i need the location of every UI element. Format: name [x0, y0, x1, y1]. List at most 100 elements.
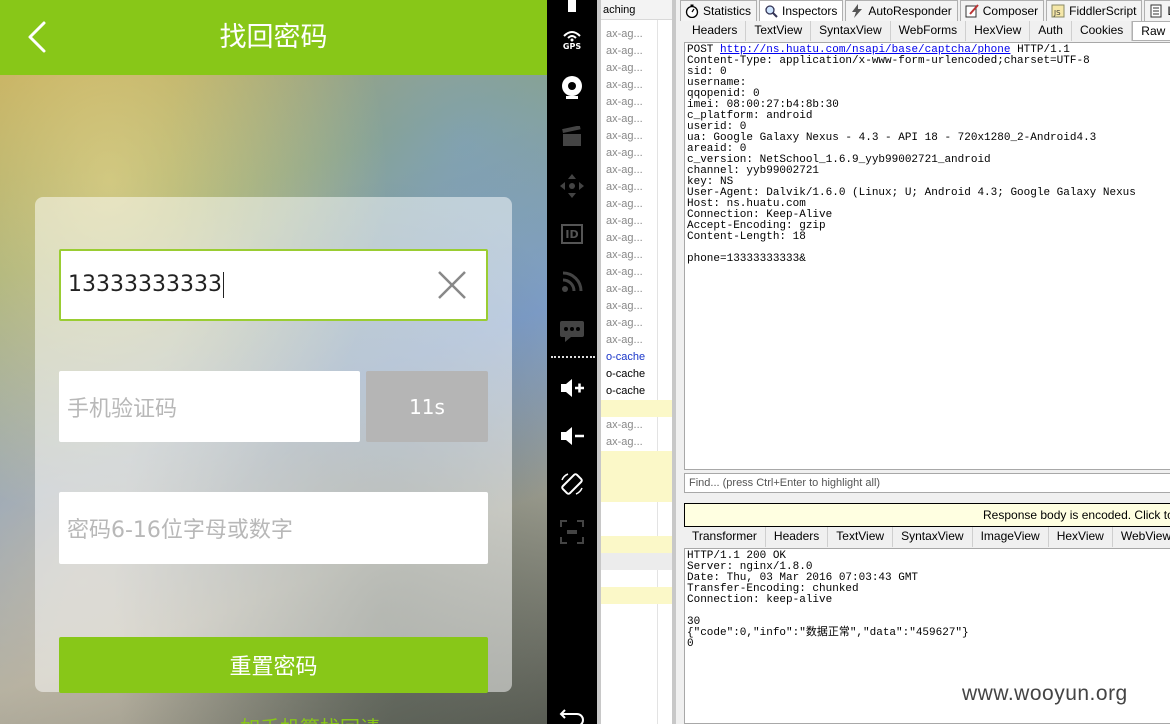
session-row[interactable]	[601, 570, 672, 587]
tab-label: Statistics	[703, 4, 752, 18]
session-row[interactable]: ax-ag...	[601, 247, 672, 264]
request-tab-syntaxview[interactable]: SyntaxView	[811, 21, 891, 41]
session-row[interactable]: o-cache	[601, 383, 672, 400]
session-row[interactable]	[601, 553, 672, 570]
movie-button[interactable]	[552, 117, 592, 157]
response-tab-transformer[interactable]: Transformer	[684, 527, 766, 547]
phone-number-input[interactable]: 13333333333	[59, 249, 488, 321]
send-code-countdown-button[interactable]: 11s	[366, 371, 488, 442]
encoded-response-notice[interactable]: Response body is encoded. Click to de	[684, 503, 1170, 527]
session-row[interactable]	[601, 400, 672, 417]
page-title: 找回密码	[219, 22, 328, 53]
tab-fiddlerscript[interactable]: JS FiddlerScript	[1046, 0, 1143, 21]
session-row[interactable]	[601, 536, 672, 553]
session-row[interactable]: ax-ag...	[601, 26, 672, 43]
gps-label: GPS	[562, 41, 582, 51]
response-tab-headers[interactable]: Headers	[766, 527, 829, 547]
response-tab-imageview[interactable]: ImageView	[973, 527, 1049, 547]
rotate-button[interactable]	[552, 464, 592, 504]
session-list: aching ax-ag... ax-ag... ax-ag... ax-ag... a…	[597, 0, 672, 724]
tab-autoresponder[interactable]: AutoResponder	[845, 0, 958, 21]
watermark: www.wooyun.org	[962, 682, 1128, 705]
session-row[interactable]: o-cache	[601, 366, 672, 383]
session-row[interactable]: ax-ag...	[601, 264, 672, 281]
scale-button[interactable]	[552, 512, 592, 552]
tab-composer[interactable]: Composer	[959, 0, 1045, 21]
request-tab-webforms[interactable]: WebForms	[891, 21, 967, 41]
request-tab-raw[interactable]: Raw	[1132, 21, 1170, 41]
response-tab-webview[interactable]: WebView	[1113, 527, 1170, 547]
session-row[interactable]	[601, 485, 672, 502]
session-row[interactable]: ax-ag...	[601, 94, 672, 111]
session-row[interactable]: ax-ag...	[601, 77, 672, 94]
back-icon	[559, 709, 584, 724]
rss-button[interactable]	[552, 262, 592, 302]
session-row[interactable]: ax-ag...	[601, 60, 672, 77]
request-raw-text: Content-Type: application/x-www-form-url…	[687, 55, 1136, 265]
request-tab-cookies[interactable]: Cookies	[1072, 21, 1133, 41]
request-tab-textview[interactable]: TextView	[746, 21, 812, 41]
dpad-button[interactable]	[552, 166, 592, 206]
session-row[interactable]	[601, 451, 672, 468]
session-row[interactable]: ax-ag...	[601, 179, 672, 196]
log-icon	[1149, 4, 1163, 18]
reset-password-button[interactable]: 重置密码	[59, 637, 488, 693]
session-row[interactable]	[601, 468, 672, 485]
session-row[interactable]: ax-ag...	[601, 162, 672, 179]
clear-icon[interactable]	[436, 269, 468, 301]
session-row[interactable]: ax-ag...	[601, 332, 672, 349]
inspector-icon	[764, 4, 778, 18]
sms-code-placeholder: 手机验证码	[67, 396, 178, 422]
request-raw-view[interactable]: POST http://ns.huatu.com/nsapi/base/capt…	[684, 42, 1170, 470]
tab-label: Inspectors	[782, 4, 838, 18]
sms-button[interactable]	[552, 311, 592, 351]
find-input[interactable]: Find... (press Ctrl+Enter to highlight a…	[684, 473, 1170, 493]
session-row[interactable]: ax-ag...	[601, 315, 672, 332]
session-row[interactable]: ax-ag...	[601, 281, 672, 298]
battery-icon	[568, 0, 576, 12]
response-tab-bar: Transformer Headers TextView SyntaxView Imag…	[684, 527, 1170, 548]
session-column-header[interactable]: aching	[601, 0, 672, 20]
device-id-button[interactable]: ID	[552, 214, 592, 254]
webcam-button[interactable]	[552, 68, 592, 108]
session-row[interactable]: ax-ag...	[601, 434, 672, 451]
session-row[interactable]: o-cache	[601, 349, 672, 366]
session-row[interactable]: ax-ag...	[601, 230, 672, 247]
tab-statistics[interactable]: Statistics	[680, 0, 758, 21]
script-icon: JS	[1051, 4, 1065, 18]
request-tab-hexview[interactable]: HexView	[966, 21, 1031, 41]
response-tab-syntaxview[interactable]: SyntaxView	[893, 527, 973, 547]
sms-icon	[560, 321, 584, 342]
fiddler-inspector-pane: Statistics Inspectors AutoResponder Compose…	[672, 0, 1170, 724]
session-row[interactable]: ax-ag...	[601, 43, 672, 60]
tab-log[interactable]: Log	[1144, 0, 1170, 21]
session-row[interactable]: ax-ag...	[601, 298, 672, 315]
gps-button[interactable]: GPS	[552, 20, 592, 60]
request-tab-auth[interactable]: Auth	[1030, 21, 1072, 41]
tab-label: FiddlerScript	[1069, 4, 1137, 18]
stopwatch-icon	[685, 4, 699, 19]
response-tab-hexview[interactable]: HexView	[1049, 527, 1113, 547]
tab-inspectors[interactable]: Inspectors	[759, 0, 844, 21]
gps-icon	[563, 30, 581, 41]
session-row[interactable]: ax-ag...	[601, 128, 672, 145]
session-row[interactable]	[601, 587, 672, 604]
session-row[interactable]: ax-ag...	[601, 196, 672, 213]
sms-code-input[interactable]: 手机验证码	[59, 371, 360, 442]
session-row[interactable]: ax-ag...	[601, 213, 672, 230]
session-row[interactable]	[601, 502, 672, 519]
session-row[interactable]	[601, 519, 672, 536]
response-raw-text: HTTP/1.1 200 OK Server: nginx/1.8.0 Date…	[687, 550, 969, 650]
volume-down-button[interactable]	[552, 416, 592, 456]
session-row[interactable]: ax-ag...	[601, 145, 672, 162]
volume-up-button[interactable]	[552, 368, 592, 408]
response-tab-textview[interactable]: TextView	[828, 527, 894, 547]
new-password-input[interactable]: 密码6-16位字母或数字	[59, 492, 488, 564]
password-placeholder: 密码6-16位字母或数字	[67, 518, 293, 543]
back-nav-button[interactable]	[552, 696, 592, 724]
request-tab-bar: Headers TextView SyntaxView WebForms HexView…	[684, 21, 1170, 42]
tab-label: AutoResponder	[868, 4, 952, 18]
session-row[interactable]: ax-ag...	[601, 111, 672, 128]
request-tab-headers[interactable]: Headers	[684, 21, 747, 41]
session-row[interactable]: ax-ag...	[601, 417, 672, 434]
